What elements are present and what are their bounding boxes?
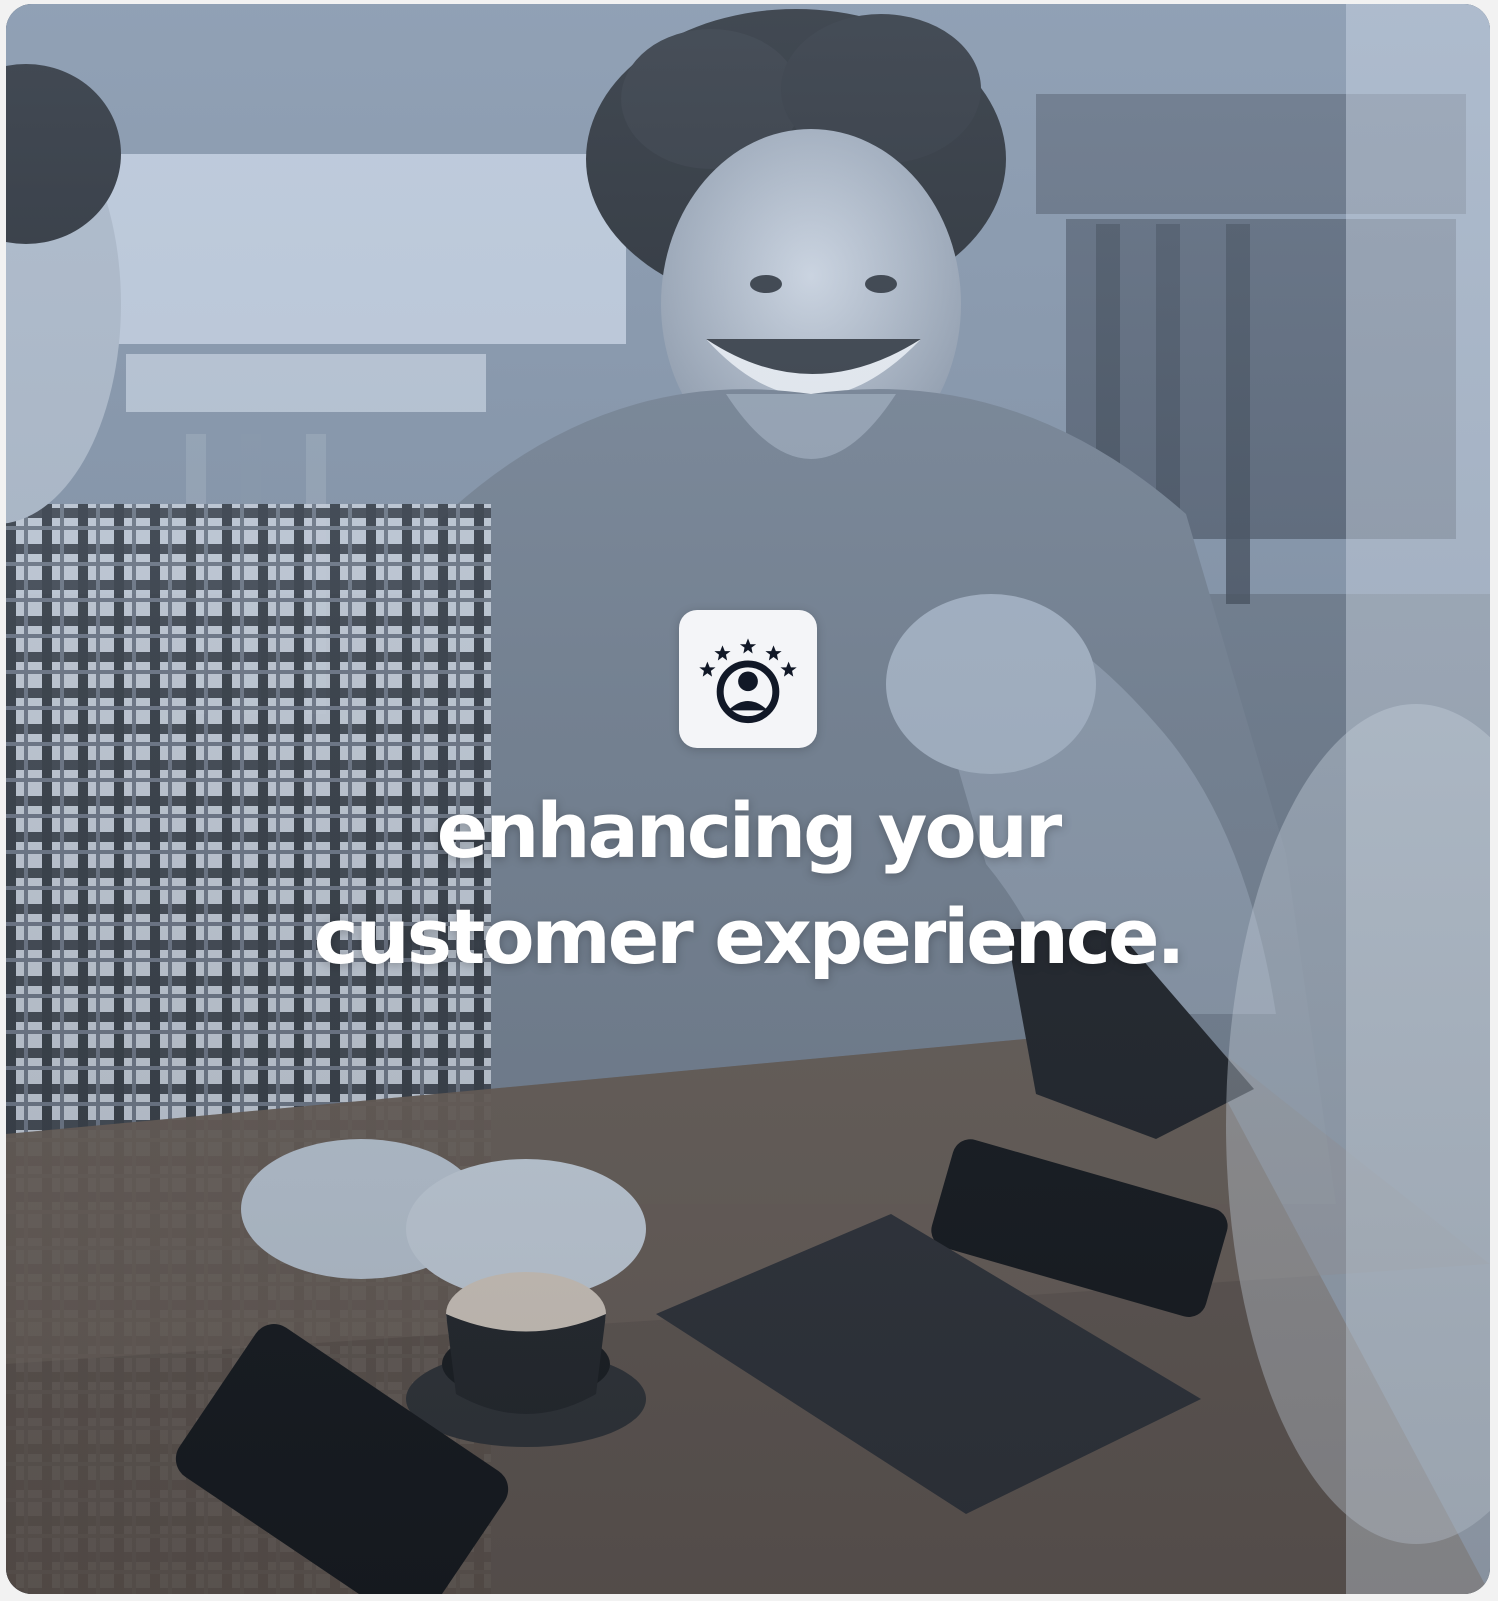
hero-card: enhancing your customer experience. bbox=[6, 4, 1490, 1594]
headline-line-1: enhancing your bbox=[436, 786, 1063, 875]
customer-rating-icon bbox=[699, 638, 797, 724]
hero-content: enhancing your customer experience. bbox=[6, 610, 1490, 990]
customer-rating-icon-badge bbox=[679, 610, 817, 748]
headline: enhancing your customer experience. bbox=[313, 778, 1186, 990]
headline-line-2: customer experience. bbox=[313, 892, 1186, 981]
